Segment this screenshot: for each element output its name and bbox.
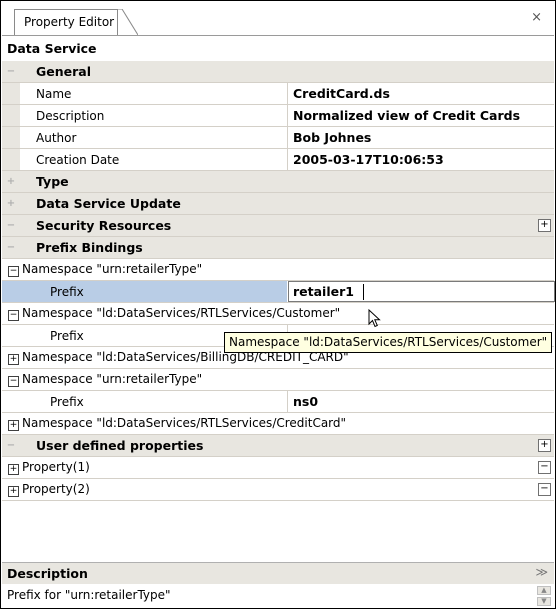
category-label: Type (36, 174, 69, 189)
prefix-edit-field[interactable]: retailer1 (288, 281, 555, 302)
namespace-node: − Namespace "urn:retailerType" (8, 262, 202, 277)
add-icon[interactable]: + (538, 219, 551, 232)
collapse-icon[interactable]: − (2, 237, 20, 258)
property-value: CreditCard.ds (293, 86, 390, 101)
namespace-label: Namespace "urn:retailerType" (22, 372, 203, 386)
namespace-tooltip: Namespace "ld:DataServices/RTLServices/C… (224, 332, 553, 353)
category-label: Security Resources (36, 218, 172, 233)
tree-expand-icon[interactable]: + (8, 420, 19, 431)
namespace-label: Namespace "urn:retailerType" (22, 262, 203, 276)
property-row-author[interactable]: Author Bob Johnes (2, 127, 554, 149)
category-prefix-bindings[interactable]: − Prefix Bindings (2, 237, 554, 259)
tree-expand-icon[interactable]: + (8, 486, 19, 497)
property-name: Description (36, 109, 105, 123)
tree-collapse-icon[interactable]: − (8, 310, 19, 321)
category-label: Prefix Bindings (36, 240, 143, 255)
namespace-label: Namespace "ld:DataServices/RTLServices/C… (22, 416, 347, 430)
category-data-service-update[interactable]: + Data Service Update (2, 193, 554, 215)
category-type[interactable]: + Type (2, 171, 554, 193)
property-node: + Property(2) (8, 482, 90, 497)
property-name: Creation Date (36, 153, 120, 167)
panel-heading: Data Service (7, 41, 97, 56)
tree-collapse-icon[interactable]: − (8, 376, 19, 387)
property-name: Prefix (50, 329, 84, 343)
tab-strip: Property Editor × (2, 2, 554, 36)
column-divider (287, 391, 288, 412)
tree-collapse-icon[interactable]: − (8, 266, 19, 277)
tab-property-editor[interactable]: Property Editor (14, 9, 118, 35)
prefix-edit-value: retailer1 (293, 284, 354, 299)
user-property-row[interactable]: + Property(1) − (2, 457, 554, 479)
category-label: User defined properties (36, 438, 204, 453)
user-property-row[interactable]: + Property(2) − (2, 479, 554, 501)
property-value: ns0 (293, 394, 319, 409)
category-user-defined-properties[interactable]: − User defined properties + (2, 435, 554, 457)
description-header[interactable]: Description ≫ (2, 562, 554, 585)
description-text: Prefix for "urn:retailerType" (7, 588, 171, 602)
category-label: General (36, 64, 91, 79)
property-node: + Property(1) (8, 460, 90, 475)
collapse-icon[interactable]: − (2, 435, 20, 456)
collapse-icon[interactable]: − (2, 215, 20, 236)
expand-icon[interactable]: + (2, 193, 20, 214)
column-divider (287, 105, 288, 126)
column-divider (287, 127, 288, 148)
property-value: Bob Johnes (293, 130, 372, 145)
namespace-node: + Namespace "ld:DataServices/RTLServices/… (8, 416, 346, 431)
row-gutter (2, 127, 20, 148)
scroll-down-icon[interactable]: ▼ (537, 597, 551, 606)
property-value: Normalized view of Credit Cards (293, 108, 521, 123)
text-caret (363, 284, 364, 300)
property-name: Prefix (50, 395, 84, 409)
property-name: Prefix (50, 285, 84, 299)
prefix-row-selected[interactable]: Prefix retailer1 (2, 281, 555, 303)
description-body: Prefix for "urn:retailerType" ▲ ▼ (2, 584, 554, 608)
scroll-up-icon[interactable]: ▲ (537, 586, 551, 595)
chevron-collapse-icon[interactable]: ≫ (535, 565, 548, 579)
row-gutter (2, 105, 20, 126)
column-divider (287, 149, 288, 170)
category-security-resources[interactable]: − Security Resources + (2, 215, 554, 237)
add-property-icon[interactable]: + (538, 439, 551, 452)
category-general[interactable]: − General (2, 61, 554, 83)
remove-property-icon[interactable]: − (538, 461, 551, 474)
category-label: Data Service Update (36, 196, 181, 211)
property-label: Property(1) (22, 460, 90, 474)
namespace-label: Namespace "ld:DataServices/RTLServices/C… (22, 306, 341, 320)
column-divider (287, 83, 288, 104)
description-scrollbar[interactable]: ▲ ▼ (537, 586, 551, 606)
tab-slant-edge (118, 9, 138, 35)
property-name: Name (36, 87, 72, 101)
property-grid: − General Name CreditCard.ds Description… (2, 61, 555, 501)
property-value: 2005-03-17T10:06:53 (293, 152, 444, 167)
property-name: Author (36, 131, 77, 145)
expand-icon[interactable]: + (2, 171, 20, 192)
namespace-row[interactable]: − Namespace "urn:retailerType" (2, 369, 554, 391)
remove-property-icon[interactable]: − (538, 483, 551, 496)
collapse-icon[interactable]: − (2, 61, 20, 82)
property-label: Property(2) (22, 482, 90, 496)
tree-expand-icon[interactable]: + (8, 354, 19, 365)
namespace-row[interactable]: − Namespace "ld:DataServices/RTLServices/… (2, 303, 554, 325)
close-icon[interactable]: × (531, 10, 542, 25)
tree-expand-icon[interactable]: + (8, 464, 19, 475)
property-editor-panel: Property Editor × Data Service − General… (0, 0, 556, 609)
namespace-node: − Namespace "ld:DataServices/RTLServices/… (8, 306, 340, 321)
namespace-row[interactable]: + Namespace "ld:DataServices/RTLServices/… (2, 413, 554, 435)
tab-label: Property Editor (24, 15, 115, 29)
namespace-node: − Namespace "urn:retailerType" (8, 372, 202, 387)
prefix-row[interactable]: Prefix ns0 (2, 391, 554, 413)
row-gutter (2, 83, 20, 104)
description-title: Description (7, 566, 88, 581)
row-gutter (2, 149, 20, 170)
property-row-description[interactable]: Description Normalized view of Credit Ca… (2, 105, 554, 127)
property-row-creation-date[interactable]: Creation Date 2005-03-17T10:06:53 (2, 149, 554, 171)
selection-highlight (2, 281, 287, 302)
namespace-row[interactable]: − Namespace "urn:retailerType" (2, 259, 554, 281)
mouse-pointer-icon (368, 309, 381, 328)
property-row-name[interactable]: Name CreditCard.ds (2, 83, 554, 105)
